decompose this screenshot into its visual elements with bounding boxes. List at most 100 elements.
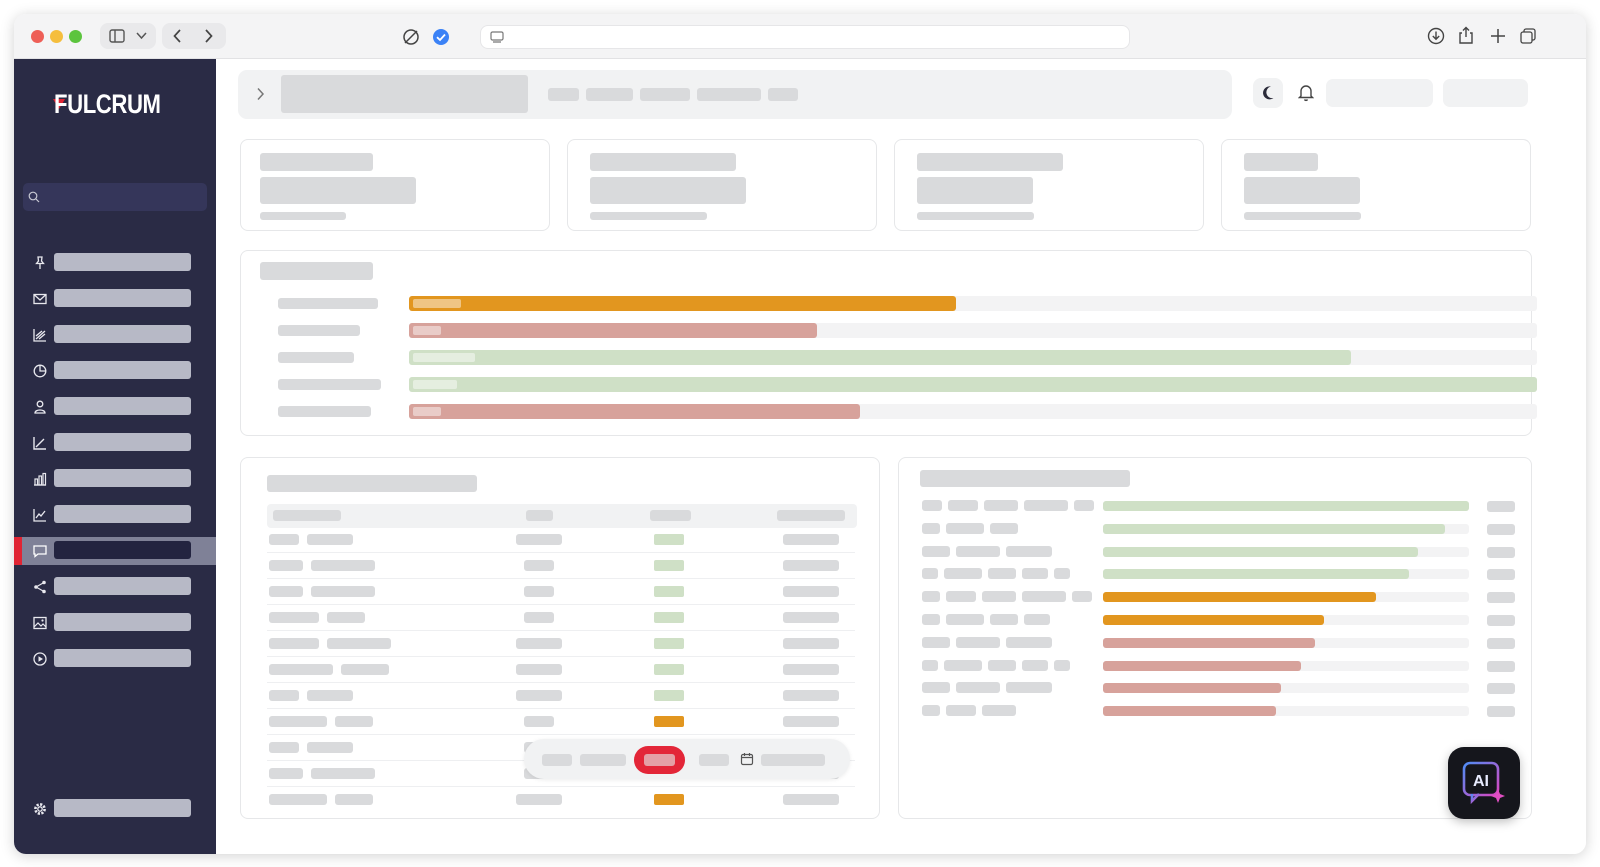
card-title (260, 262, 373, 280)
table-cell (516, 638, 562, 649)
table-row-divider (267, 578, 855, 579)
breadcrumb-item[interactable] (640, 88, 690, 101)
verified-icon[interactable] (432, 28, 450, 46)
sidebar-item-messages[interactable] (14, 537, 216, 565)
breadcrumb-item[interactable] (548, 88, 579, 101)
sidebar-item-video[interactable] (14, 645, 216, 673)
sidebar-item-settings[interactable] (14, 795, 216, 823)
privacy-icon[interactable] (402, 28, 420, 46)
sidebar-item-share[interactable] (14, 573, 216, 601)
breakdown-value (1487, 546, 1515, 558)
column-header[interactable] (650, 510, 691, 521)
sidebar-item-label (54, 361, 191, 379)
breadcrumb-item[interactable] (768, 88, 798, 101)
column-header[interactable] (526, 510, 553, 521)
sidebar-toggle-icon[interactable] (109, 29, 125, 43)
breakdown-value (1487, 615, 1515, 626)
main-content (216, 59, 1586, 854)
table-cell (516, 534, 562, 545)
header-action-button[interactable] (1443, 79, 1528, 107)
kpi-card[interactable] (894, 139, 1204, 231)
status-badge[interactable] (654, 534, 684, 545)
record-button[interactable] (634, 746, 685, 774)
date-range-label[interactable] (761, 754, 825, 766)
forward-icon[interactable] (204, 29, 213, 43)
minimize-window-button[interactable] (50, 30, 63, 43)
table-cell (311, 560, 375, 571)
column-header[interactable] (273, 510, 341, 521)
sidebar-item-stats[interactable] (14, 465, 216, 493)
sidebar-item-history[interactable] (14, 357, 216, 385)
breakdown-value (1487, 592, 1515, 604)
chevron-down-icon[interactable] (136, 32, 147, 40)
breakdown-bar (1103, 706, 1276, 717)
progress-fill (409, 377, 1537, 392)
chevron-right-icon[interactable] (256, 87, 265, 101)
status-badge[interactable] (654, 638, 684, 649)
sidebar-search-input[interactable] (23, 183, 207, 211)
breakdown-bar (1103, 660, 1301, 671)
sidebar-item-pins[interactable] (14, 249, 216, 277)
breakdown-bar (1103, 546, 1418, 557)
breakdown-label (922, 522, 940, 534)
status-badge[interactable] (654, 560, 684, 571)
reader-icon[interactable] (490, 31, 504, 43)
sidebar-item-trends[interactable] (14, 501, 216, 529)
status-badge[interactable] (654, 690, 684, 701)
progress-row-label (278, 406, 371, 417)
sidebar-item-growth[interactable] (14, 429, 216, 457)
breakdown-track (1103, 592, 1469, 603)
breakdown-label (922, 591, 940, 603)
sparkle-icon (1491, 789, 1505, 803)
back-icon[interactable] (173, 29, 182, 43)
app-logo[interactable]: FULCRUM (54, 89, 161, 120)
toolbar-item[interactable] (542, 754, 572, 766)
theme-toggle-button[interactable] (1253, 78, 1283, 108)
progress-row-label (278, 298, 378, 309)
kpi-label (590, 153, 736, 171)
breakdown-label (1006, 636, 1052, 648)
tabs-overview-icon[interactable] (1520, 28, 1536, 44)
kpi-card[interactable] (240, 139, 550, 231)
download-icon[interactable] (1427, 27, 1445, 45)
sidebar-toggle-group[interactable] (100, 23, 156, 49)
table-cell (783, 716, 839, 727)
sidebar-item-users[interactable] (14, 393, 216, 421)
status-badge[interactable] (654, 612, 684, 623)
sidebar-item-label (54, 397, 191, 415)
status-badge[interactable] (654, 586, 684, 597)
breakdown-bar (1103, 683, 1281, 694)
page-title (281, 75, 528, 113)
status-badge[interactable] (654, 794, 684, 805)
sidebar-item-media[interactable] (14, 609, 216, 637)
status-badge[interactable] (654, 664, 684, 675)
toolbar-item[interactable] (699, 754, 729, 766)
breadcrumb-item[interactable] (586, 88, 633, 101)
address-bar[interactable] (480, 25, 1130, 49)
sidebar-item-mail[interactable] (14, 285, 216, 313)
kpi-card[interactable] (1221, 139, 1531, 231)
breakdown-bar (1103, 501, 1469, 511)
toolbar-item[interactable] (580, 754, 626, 766)
table-cell (335, 716, 373, 727)
sidebar-item-label (54, 505, 191, 523)
column-header[interactable] (777, 510, 845, 521)
calendar-icon[interactable] (740, 752, 754, 766)
breadcrumb-item[interactable] (697, 88, 761, 101)
kpi-card[interactable] (567, 139, 877, 231)
breakdown-label (990, 614, 1018, 625)
table-cell (341, 664, 389, 675)
sidebar-item-stacked[interactable] (14, 321, 216, 349)
new-tab-icon[interactable] (1490, 28, 1506, 44)
header-action-button[interactable] (1326, 79, 1433, 107)
breakdown-card (898, 457, 1532, 819)
zoom-window-button[interactable] (69, 30, 82, 43)
kpi-caption (1244, 212, 1361, 220)
ai-assistant-button[interactable]: AI (1448, 747, 1520, 819)
close-window-button[interactable] (31, 30, 44, 43)
bell-icon[interactable] (1298, 83, 1314, 102)
progress-fill-label (413, 380, 457, 389)
breakdown-label (990, 522, 1018, 534)
status-badge[interactable] (654, 716, 684, 727)
share-icon[interactable] (1458, 26, 1474, 45)
